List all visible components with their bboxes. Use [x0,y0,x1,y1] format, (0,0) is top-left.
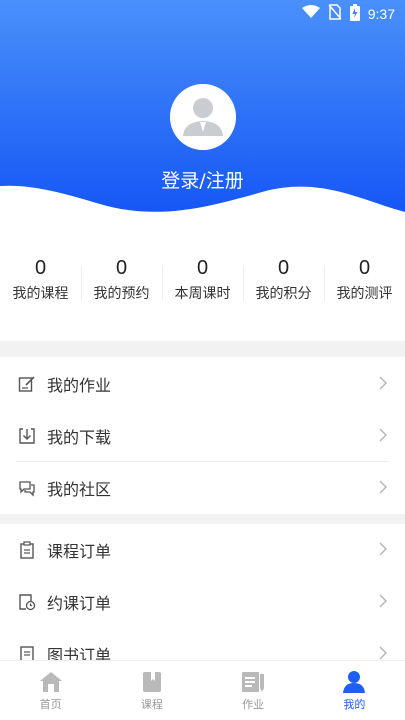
stat-my-points[interactable]: 0 我的积分 [243,255,324,311]
stats-row: 0 我的课程 0 我的预约 0 本周课时 0 我的积分 0 我的测评 [0,255,405,311]
menu-my-downloads[interactable]: 我的下载 [0,410,405,462]
homework-icon [242,671,265,692]
profile-header: 9:37 登录/注册 [0,0,405,225]
menu-label: 我的社区 [47,480,112,499]
stat-label: 本周课时 [174,286,231,302]
avatar[interactable] [170,84,236,150]
tab-label: 课程 [140,697,163,711]
tab-label: 作业 [242,697,265,711]
download-icon [18,427,36,445]
stat-value: 0 [277,257,290,279]
edit-icon [18,375,36,393]
menu-appointment-orders[interactable]: 约课订单 [0,576,405,628]
section-gap [0,341,405,357]
default-avatar-icon [170,84,236,150]
menu-my-community[interactable]: 我的社区 [0,462,405,514]
home-icon [39,671,62,692]
status-bar: 9:37 [0,0,405,28]
chevron-right-icon [379,593,387,612]
menu-label: 我的下载 [47,428,112,447]
chevron-right-icon [379,479,387,498]
stat-label: 我的积分 [255,286,312,302]
stat-value: 0 [358,257,371,279]
calendar-clock-icon [18,593,36,611]
tab-home[interactable]: 首页 [0,661,101,720]
stat-weekly-hours[interactable]: 0 本周课时 [162,255,243,311]
stat-label: 我的课程 [12,286,69,302]
stat-value: 0 [196,257,209,279]
section-gap [0,514,405,524]
stat-my-courses[interactable]: 0 我的课程 [0,255,81,311]
chevron-right-icon [379,427,387,446]
menu-course-orders[interactable]: 课程订单 [0,524,405,576]
tab-label: 我的 [343,697,366,711]
chat-icon [18,479,36,497]
chevron-right-icon [379,375,387,394]
stat-label: 我的预约 [93,286,150,302]
menu-label: 我的作业 [47,376,112,395]
book-icon [142,671,161,692]
tab-mine[interactable]: 我的 [304,661,405,720]
stat-value: 0 [34,257,47,279]
chevron-right-icon [379,541,387,560]
stat-value: 0 [115,257,128,279]
wifi-icon [301,5,320,23]
menu-label: 课程订单 [47,542,112,561]
tab-homework[interactable]: 作业 [203,661,304,720]
user-icon [343,670,366,693]
no-sim-icon [328,4,342,24]
tab-courses[interactable]: 课程 [101,661,202,720]
tab-label: 首页 [39,697,62,711]
menu-label: 约课订单 [47,594,112,613]
stat-my-assessments[interactable]: 0 我的测评 [324,255,405,311]
stat-label: 我的测评 [336,286,393,302]
stat-my-appointments[interactable]: 0 我的预约 [81,255,162,311]
menu-my-homework[interactable]: 我的作业 [0,358,405,410]
bottom-tab-bar: 首页 课程 作业 我的 [0,660,405,720]
login-register-link[interactable]: 登录/注册 [0,166,405,193]
clipboard-icon [18,541,36,559]
status-time: 9:37 [367,6,395,22]
battery-icon [349,3,360,25]
